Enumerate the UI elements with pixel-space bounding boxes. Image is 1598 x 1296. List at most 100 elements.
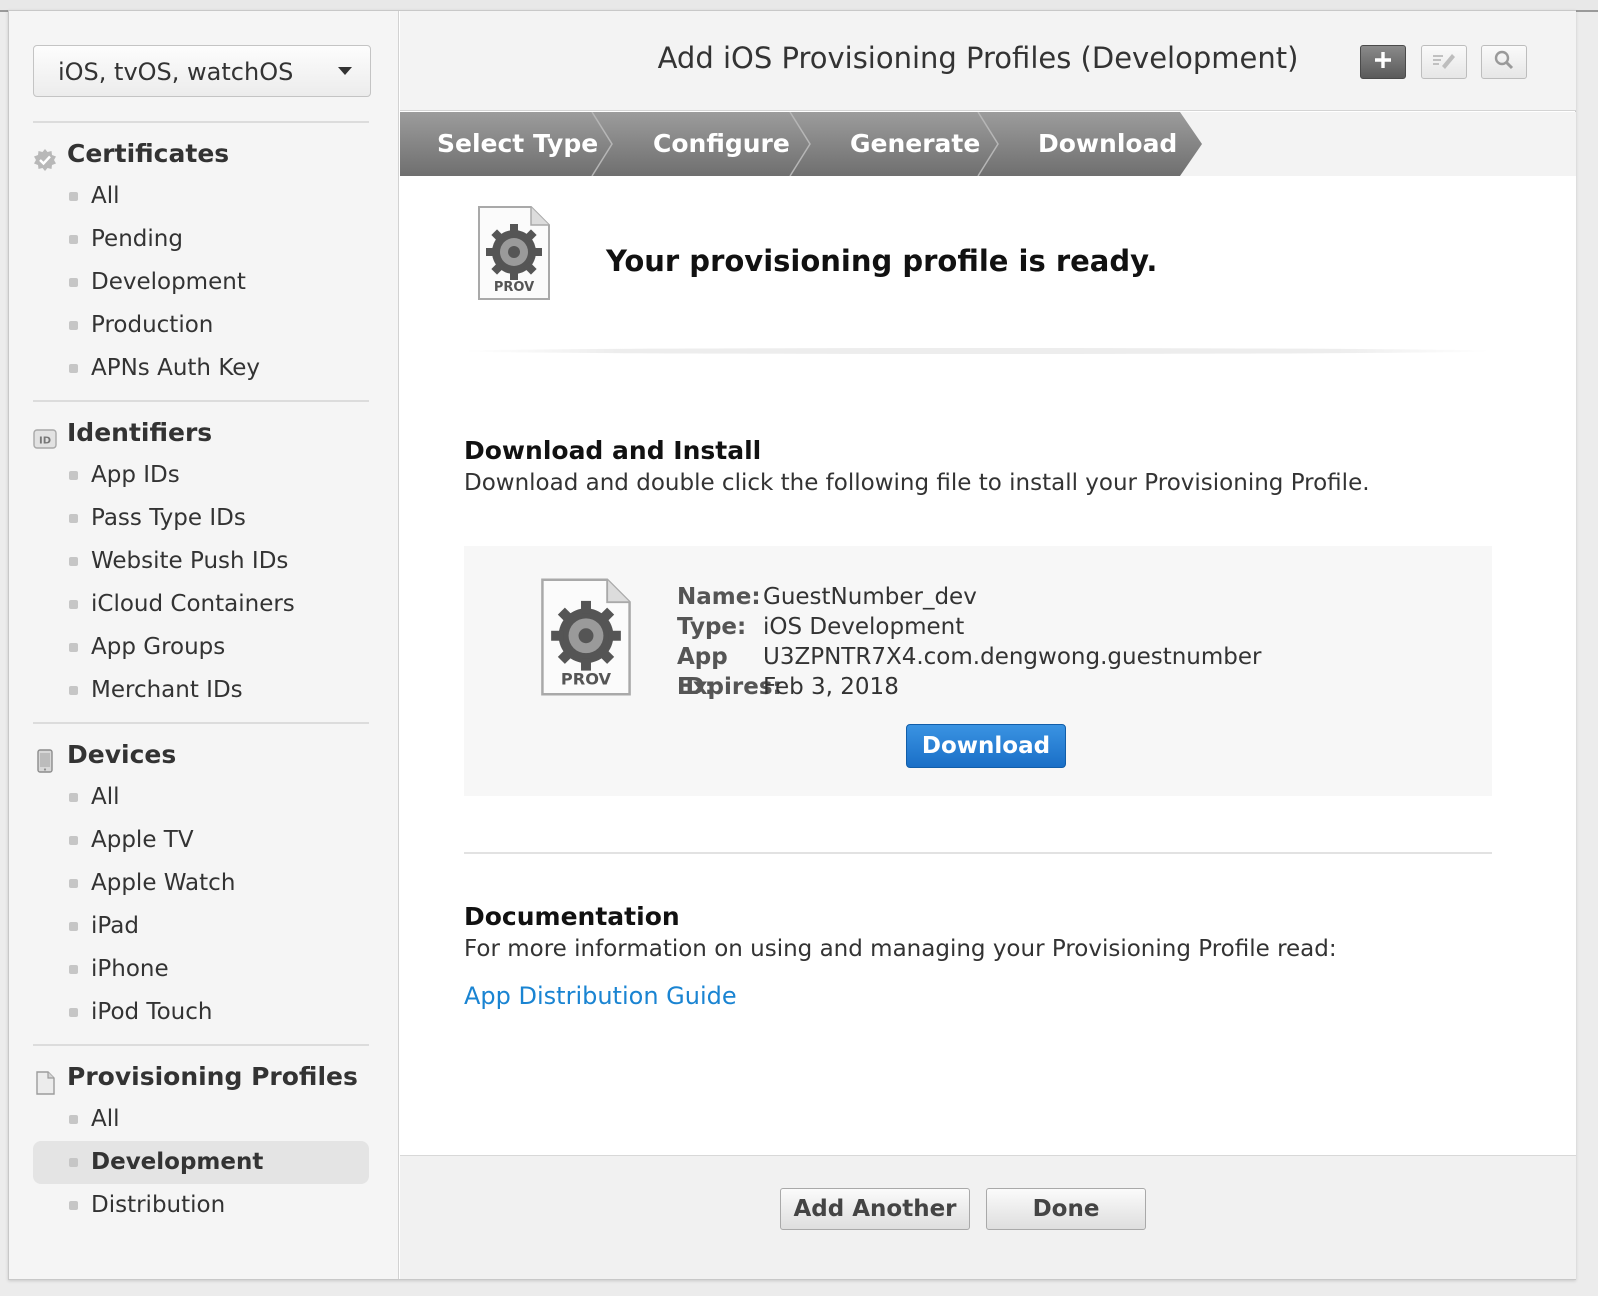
provisioning-profile-icon: PROV: [476, 204, 552, 306]
sidebar-item-label: Apple Watch: [91, 870, 236, 896]
profile-expires: Feb 3, 2018: [763, 674, 899, 700]
sidebar-item-app-groups[interactable]: App Groups: [33, 626, 369, 669]
sidebar-item-pass-type-ids[interactable]: Pass Type IDs: [33, 497, 369, 540]
step-separator-icon: [789, 112, 811, 176]
bullet-icon: [69, 514, 78, 523]
sidebar-item-label: Production: [91, 312, 214, 338]
sidebar-item-profiles-distribution[interactable]: Distribution: [33, 1184, 369, 1227]
step-progress: Select Type Configure Generate Download: [400, 112, 1576, 176]
section-divider: [33, 1044, 369, 1046]
sidebar-item-label: All: [91, 784, 120, 810]
footer-bar: Add Another Done: [400, 1155, 1576, 1279]
sidebar-item-label: All: [91, 183, 120, 209]
platform-select[interactable]: iOS, tvOS, watchOS: [33, 45, 371, 97]
sidebar-item-app-ids[interactable]: App IDs: [33, 454, 369, 497]
section-label: Devices: [67, 740, 177, 769]
search-button[interactable]: [1481, 45, 1527, 79]
add-another-button[interactable]: Add Another: [780, 1188, 970, 1230]
sidebar-item-devices-all[interactable]: All: [33, 776, 369, 819]
sidebar-item-label: App IDs: [91, 462, 180, 488]
sidebar-item-certificates-all[interactable]: All: [33, 175, 369, 218]
section-label: Identifiers: [67, 418, 213, 447]
step-select-type: Select Type: [437, 129, 599, 158]
section-identifiers: ID Identifiers App IDs Pass Type IDs Web…: [33, 400, 369, 712]
sidebar-item-ipad[interactable]: iPad: [33, 905, 369, 948]
sidebar-item-ipod-touch[interactable]: iPod Touch: [33, 991, 369, 1034]
section-title-provisioning-profiles[interactable]: Provisioning Profiles: [33, 1056, 369, 1098]
step-separator-icon: [977, 112, 999, 176]
sidebar-item-label: Website Push IDs: [91, 548, 289, 574]
sidebar-item-iphone[interactable]: iPhone: [33, 948, 369, 991]
bullet-icon: [69, 557, 78, 566]
bullet-icon: [69, 1115, 78, 1124]
sidebar-item-label: Distribution: [91, 1192, 226, 1218]
name-label: Name:: [677, 584, 761, 610]
section-label: Certificates: [67, 139, 230, 168]
bullet-icon: [69, 922, 78, 931]
prov-icon-label: PROV: [561, 669, 612, 688]
profile-appid: U3ZPNTR7X4.com.dengwong.guestnumber: [763, 644, 1262, 670]
sidebar-item-apple-tv[interactable]: Apple TV: [33, 819, 369, 862]
soft-divider: [462, 348, 1492, 354]
sidebar-item-profiles-all[interactable]: All: [33, 1098, 369, 1141]
type-label: Type:: [677, 614, 747, 640]
sidebar-item-icloud-containers[interactable]: iCloud Containers: [33, 583, 369, 626]
section-divider: [33, 722, 369, 724]
bullet-icon: [69, 836, 78, 845]
ready-heading: Your provisioning profile is ready.: [606, 244, 1158, 278]
sidebar-item-label: iPad: [91, 913, 139, 939]
sidebar-item-website-push-ids[interactable]: Website Push IDs: [33, 540, 369, 583]
profile-type: iOS Development: [763, 614, 965, 640]
add-button[interactable]: [1360, 45, 1406, 79]
sidebar-item-profiles-development[interactable]: Development: [33, 1141, 369, 1184]
sidebar-item-label: iPod Touch: [91, 999, 213, 1025]
sidebar-item-label: All: [91, 1106, 120, 1132]
sidebar-item-certificates-production[interactable]: Production: [33, 304, 369, 347]
sidebar-item-apns-auth-key[interactable]: APNs Auth Key: [33, 347, 369, 390]
certificate-icon: [33, 143, 57, 171]
bullet-icon: [69, 321, 78, 330]
edit-button[interactable]: [1421, 45, 1467, 79]
sidebar-item-certificates-pending[interactable]: Pending: [33, 218, 369, 261]
svg-text:ID: ID: [39, 436, 51, 447]
sidebar-item-label: APNs Auth Key: [91, 355, 261, 381]
download-button[interactable]: Download: [906, 724, 1066, 768]
sidebar-item-label: App Groups: [91, 634, 226, 660]
section-divider: [464, 852, 1492, 854]
done-button[interactable]: Done: [986, 1188, 1146, 1230]
search-icon: [1493, 49, 1515, 75]
documentation-text: For more information on using and managi…: [464, 936, 1337, 962]
section-divider: [33, 121, 369, 123]
section-title-devices[interactable]: Devices: [33, 734, 369, 776]
bullet-icon: [69, 600, 78, 609]
edit-icon: [1430, 50, 1458, 74]
bullet-icon: [69, 1008, 78, 1017]
sidebar-item-label: Pending: [91, 226, 183, 252]
sidebar-item-label: Development: [91, 269, 246, 295]
section-title-identifiers[interactable]: ID Identifiers: [33, 412, 369, 454]
section-title-certificates[interactable]: Certificates: [33, 133, 369, 175]
bullet-icon: [69, 235, 78, 244]
sidebar-item-label: iCloud Containers: [91, 591, 295, 617]
bullet-icon: [69, 192, 78, 201]
sidebar-item-certificates-development[interactable]: Development: [33, 261, 369, 304]
sidebar-item-apple-watch[interactable]: Apple Watch: [33, 862, 369, 905]
sidebar: iOS, tvOS, watchOS Certificates All Pend…: [9, 11, 399, 1279]
bullet-icon: [69, 364, 78, 373]
sidebar-item-merchant-ids[interactable]: Merchant IDs: [33, 669, 369, 712]
install-text: Download and double click the following …: [464, 470, 1370, 496]
step-generate: Generate: [850, 129, 981, 158]
install-title: Download and Install: [464, 436, 762, 465]
section-certificates: Certificates All Pending Development Pro…: [33, 121, 369, 390]
app-distribution-guide-link[interactable]: App Distribution Guide: [464, 982, 737, 1010]
bullet-icon: [69, 793, 78, 802]
sidebar-item-label: Pass Type IDs: [91, 505, 246, 531]
step-download: Download: [1038, 129, 1178, 158]
plus-icon: [1372, 49, 1394, 75]
bullet-icon: [69, 1201, 78, 1210]
chevron-down-icon: [338, 67, 352, 75]
app-window: iOS, tvOS, watchOS Certificates All Pend…: [8, 10, 1576, 1280]
bullet-icon: [69, 1158, 78, 1167]
section-provisioning-profiles: Provisioning Profiles All Development Di…: [33, 1044, 369, 1227]
bullet-icon: [69, 643, 78, 652]
